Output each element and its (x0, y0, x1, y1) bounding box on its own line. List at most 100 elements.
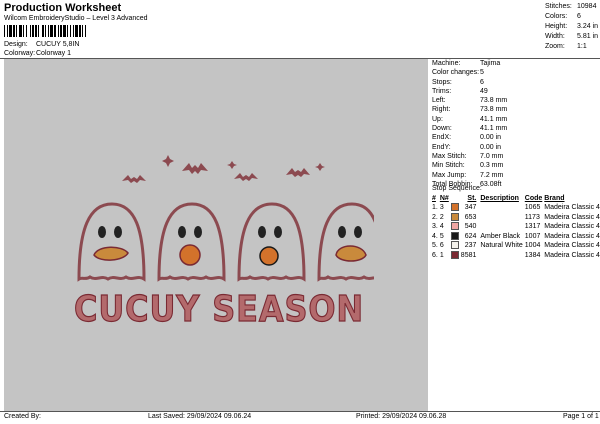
machine-label: Min Stitch: (432, 162, 465, 170)
barcode-bar (16, 25, 17, 37)
machine-value: 41.1 mm (480, 115, 508, 123)
row-description (480, 222, 524, 232)
row-number: 5. (432, 242, 438, 249)
row-description (480, 203, 524, 213)
barcode-bar (85, 25, 86, 37)
stat-value: 3.24 in (577, 23, 599, 30)
ghost (157, 202, 226, 282)
row-st: 540 (464, 223, 477, 230)
machine-label: Max Jump: (432, 171, 467, 179)
stat-value: 1:1 (577, 43, 587, 50)
ghost-row (77, 202, 374, 282)
barcode-bar (9, 25, 12, 37)
barcode-bar (73, 25, 74, 37)
row-number: 2. (432, 213, 438, 221)
machine-value: 73.8 mm (480, 97, 508, 105)
table-row: 3. 4 540 1317 Madeira Classic 40 (432, 222, 600, 232)
barcode-bar (54, 25, 56, 37)
stat-label: Zoom: (545, 43, 565, 50)
barcode-bar (26, 25, 27, 37)
col-header-swatch (451, 194, 461, 203)
row-code: 1007 (524, 232, 541, 240)
stat-value: 6 (577, 13, 581, 20)
row-st: 347 (464, 204, 477, 211)
barcode-bar (70, 25, 71, 37)
footer-printed: Printed: 29/09/2024 09.06.28 (356, 413, 447, 420)
color-swatch (450, 241, 459, 250)
stop-sequence-table: # N# St. Description Code Brand 1. 3 347 10… (432, 194, 600, 260)
col-header-num: # (432, 195, 436, 202)
stat-label: Height: (545, 23, 568, 30)
stats-panel: Stitches: 10984 Colors: 6 Height: 3.24 in W… (545, 2, 598, 52)
colorway-value: Colorway 1 (36, 50, 72, 57)
table-row: 4. 5 624 Amber Black 1007 Madeira Classic 40 (432, 231, 600, 242)
row-brand: Madeira Classic 40 (544, 223, 600, 230)
table-row: 6. 1 8581 1384 Madeira Classic 40 (432, 250, 600, 261)
row-number: 6. (432, 251, 438, 259)
barcode-bar (75, 25, 78, 37)
color-swatch (450, 203, 459, 212)
stop-sequence-title: Stop Sequence: (432, 185, 482, 192)
barcode-bar (79, 25, 81, 37)
barcode-bar (58, 25, 59, 37)
row-swatch (450, 222, 461, 232)
row-swatch (450, 250, 461, 261)
row-needle: 3 (439, 204, 444, 211)
color-swatch (450, 250, 459, 259)
barcode-bar (82, 25, 83, 37)
row-code: 1173 (524, 213, 540, 221)
barcode-bar (60, 25, 62, 37)
software-subtitle: Wilcom EmbroideryStudio – Level 3 Advanc… (4, 15, 148, 22)
machine-label: Left: (432, 97, 446, 105)
color-swatch (450, 222, 459, 231)
table-row: 2. 2 653 1173 Madeira Classic 40 (432, 212, 600, 223)
footer-created-by: Created By: (4, 413, 41, 420)
machine-value: 49 (480, 87, 488, 95)
row-needle: 4 (439, 223, 444, 230)
row-st: 653 (464, 213, 477, 221)
row-st: 624 (464, 232, 477, 240)
row-needle: 2 (439, 213, 444, 221)
stat-value: 5.81 in (577, 33, 599, 40)
footer-last-saved: Last Saved: 29/09/2024 09.06.24 (148, 413, 252, 420)
color-swatch (450, 212, 459, 221)
row-needle: 6 (439, 242, 444, 249)
design-preview: CUCUY SEASON (4, 59, 428, 411)
bats-decoration (122, 155, 325, 183)
machine-value: 5 (480, 69, 484, 77)
stat-label: Stitches: (545, 3, 572, 10)
table-row: 5. 6 237 Natural White 1004 Madeira Classic 4… (432, 241, 600, 251)
machine-label: Color changes: (432, 69, 480, 77)
row-code: 1004 (524, 242, 541, 249)
barcode-bar (32, 25, 34, 37)
row-code: 1384 (524, 251, 541, 259)
machine-label: Stops: (432, 78, 452, 86)
machine-label: Up: (432, 115, 443, 123)
barcode-bar (48, 25, 49, 37)
barcode-bar (23, 25, 24, 37)
row-description (480, 213, 524, 223)
col-header-code: Code (524, 195, 543, 202)
stat-label: Colors: (545, 13, 568, 20)
design-artwork: CUCUY SEASON (73, 155, 374, 331)
row-brand: Madeira Classic 40 (544, 242, 600, 249)
row-number: 1. (432, 204, 438, 211)
row-st: 8581 (460, 251, 477, 259)
barcode-bar (13, 25, 15, 37)
stat-label: Width: (545, 33, 565, 40)
machine-label: Down: (432, 125, 452, 133)
machine-value: 0.3 mm (480, 162, 504, 170)
row-code: 1317 (524, 223, 541, 230)
row-description: Natural White (480, 242, 523, 249)
table-row: 1. 3 347 1065 Madeira Classic 40 (432, 203, 600, 213)
machine-value: 0.00 in (480, 134, 502, 142)
machine-value: 63.08ft (480, 180, 502, 188)
design-value: CUCUY 5,8IN (36, 41, 80, 48)
ghost (77, 202, 146, 282)
barcode-bar (19, 25, 22, 37)
row-swatch (450, 241, 461, 251)
row-description (480, 251, 524, 261)
machine-label: Max Stitch: (432, 152, 467, 160)
barcode-bar (38, 25, 39, 37)
machine-label: EndX: (432, 134, 452, 142)
